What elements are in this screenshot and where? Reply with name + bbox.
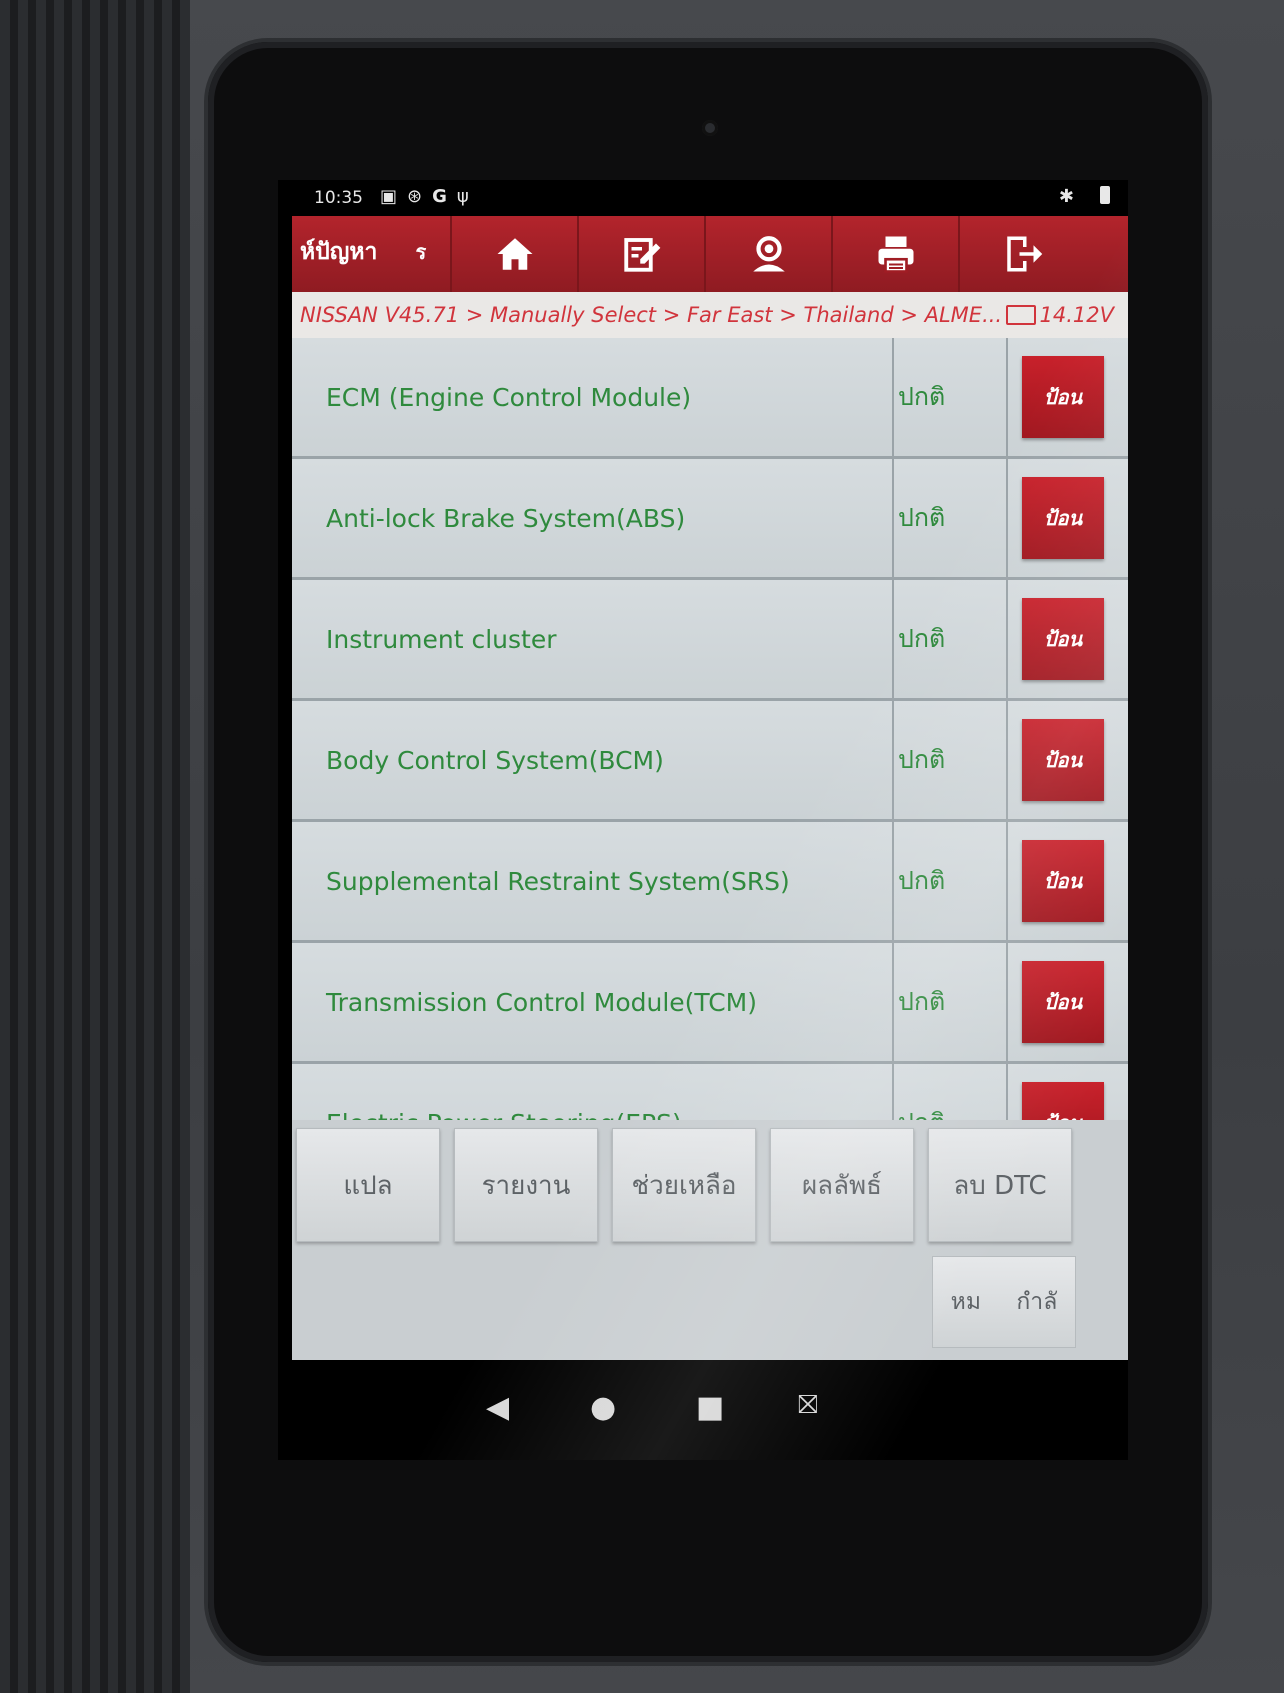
battery-icon — [1100, 186, 1110, 204]
user-icon — [752, 236, 785, 272]
system-name: Supplemental Restraint System(SRS) — [326, 866, 790, 896]
home-button[interactable] — [450, 216, 577, 292]
voltage-value: 14.12V — [1039, 303, 1114, 327]
exit-button[interactable] — [958, 216, 1085, 292]
column-divider — [1006, 338, 1008, 456]
column-divider — [892, 338, 894, 456]
help-button[interactable]: ช่วยเหลือ — [612, 1128, 756, 1242]
recents-icon[interactable]: ■ — [696, 1390, 724, 1425]
enter-button[interactable]: ป้อน — [1022, 477, 1104, 559]
system-row: Instrument cluster ปกติ ป้อน — [292, 580, 1128, 701]
system-status: ปกติ — [898, 987, 946, 1016]
column-divider — [1006, 459, 1008, 577]
settings-dial-icon: ⊛ — [407, 186, 423, 207]
home-circle-icon[interactable]: ● — [590, 1390, 616, 1425]
column-divider — [892, 459, 894, 577]
status-icons: ▣ ⊛ G ψ — [380, 186, 469, 207]
more-button-label-left: หม — [950, 1289, 981, 1315]
system-name: Anti-lock Brake System(ABS) — [326, 503, 686, 533]
toolbar-title-extra: ร — [415, 240, 427, 264]
system-name: Body Control System(BCM) — [326, 745, 664, 775]
translate-button[interactable]: แปล — [296, 1128, 440, 1242]
column-divider — [892, 822, 894, 940]
report-button[interactable]: รายงาน — [454, 1128, 598, 1242]
enter-button[interactable]: ป้อน — [1022, 598, 1104, 680]
edit-icon — [623, 238, 660, 272]
android-nav-bar: ◀ ● ■ ⛝ — [278, 1360, 1128, 1460]
image-icon: ▣ — [380, 186, 398, 207]
system-name: Transmission Control Module(TCM) — [326, 987, 758, 1017]
system-row: Body Control System(BCM) ปกติ ป้อน — [292, 701, 1128, 822]
status-right-icons: ✱ — [1059, 186, 1110, 207]
more-button-label-right: กำลั — [1016, 1289, 1058, 1315]
system-name: Instrument cluster — [326, 624, 557, 654]
enter-button[interactable]: ป้อน — [1022, 961, 1104, 1043]
breadcrumb-path: NISSAN V45.71 > Manually Select > Far Ea… — [300, 303, 1003, 327]
toolbar-title-text: ห์ปัญหา — [300, 239, 378, 265]
print-button[interactable] — [831, 216, 958, 292]
exit-icon — [1006, 236, 1042, 272]
results-button[interactable]: ผลลัพธ์ — [770, 1128, 914, 1242]
system-status: ปกติ — [898, 382, 946, 411]
breadcrumb: NISSAN V45.71 > Manually Select > Far Ea… — [292, 292, 1128, 338]
status-bar: 10:35 ▣ ⊛ G ψ ✱ — [278, 180, 1128, 216]
column-divider — [892, 701, 894, 819]
car-battery-icon — [1005, 305, 1036, 325]
column-divider — [1006, 943, 1008, 1061]
print-icon — [878, 236, 913, 273]
enter-button[interactable]: ป้อน — [1022, 356, 1104, 438]
system-status: ปกติ — [898, 624, 946, 653]
system-row: Supplemental Restraint System(SRS) ปกติ … — [292, 822, 1128, 943]
voltage-readout: 14.12V — [1005, 303, 1128, 327]
home-icon — [497, 238, 532, 270]
system-name: ECM (Engine Control Module) — [326, 382, 692, 412]
device-screen: 10:35 ▣ ⊛ G ψ ✱ ห์ปัญหา ร NISSAN V45.71 >… — [278, 180, 1128, 1460]
column-divider — [892, 580, 894, 698]
system-status: ปกติ — [898, 503, 946, 532]
system-status: ปกติ — [898, 745, 946, 774]
enter-button[interactable]: ป้อน — [1022, 719, 1104, 801]
system-row: Anti-lock Brake System(ABS) ปกติ ป้อน — [292, 459, 1128, 580]
toolbar-title[interactable]: ห์ปัญหา ร — [292, 234, 450, 270]
front-camera — [702, 120, 718, 136]
bluetooth-icon: ✱ — [1058, 186, 1074, 207]
user-button[interactable] — [704, 216, 831, 292]
column-divider — [1006, 580, 1008, 698]
edit-button[interactable] — [577, 216, 704, 292]
more-button[interactable]: หม กำลั — [932, 1256, 1076, 1348]
clear-dtc-button[interactable]: ลบ DTC — [928, 1128, 1072, 1242]
usb-icon: ψ — [456, 186, 469, 207]
google-g-icon: G — [432, 186, 447, 207]
column-divider — [1006, 701, 1008, 819]
system-status: ปกติ — [898, 866, 946, 895]
screenshot-icon[interactable]: ⛝ — [798, 1390, 818, 1421]
status-time: 10:35 — [314, 188, 363, 208]
system-row: ECM (Engine Control Module) ปกติ ป้อน — [292, 338, 1128, 459]
system-row: Transmission Control Module(TCM) ปกติ ป้… — [292, 943, 1128, 1064]
column-divider — [892, 943, 894, 1061]
back-icon[interactable]: ◀ — [486, 1390, 509, 1425]
app-toolbar: ห์ปัญหา ร — [292, 216, 1128, 292]
column-divider — [1006, 822, 1008, 940]
enter-button[interactable]: ป้อน — [1022, 840, 1104, 922]
